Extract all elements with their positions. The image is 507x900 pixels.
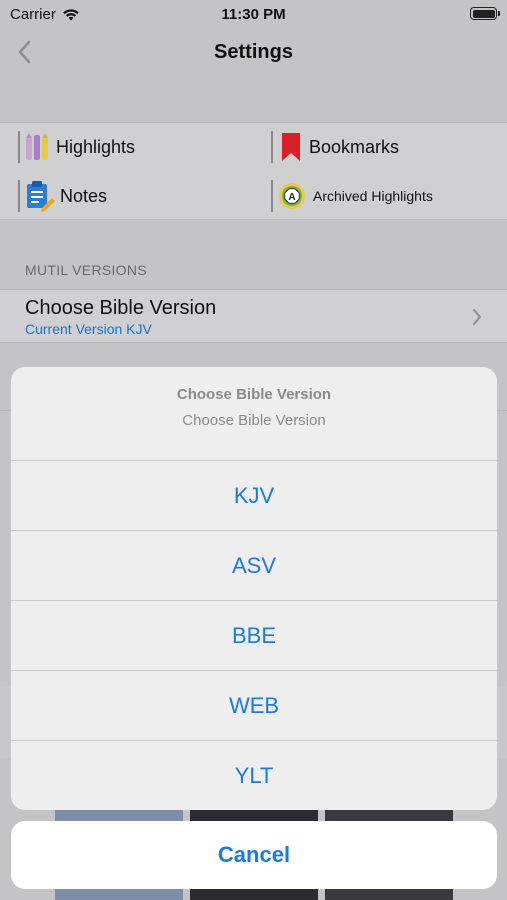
divider bbox=[18, 180, 20, 212]
page-title: Settings bbox=[214, 41, 293, 63]
bookmarks-label: Bookmarks bbox=[309, 136, 400, 157]
action-sheet-title: Choose Bible Version bbox=[176, 386, 332, 403]
bookmarks-button[interactable]: Bookmarks bbox=[271, 127, 399, 167]
quick-links-grid: Highlights Bookmarks Notes A Archived Hi… bbox=[0, 122, 507, 220]
notes-pencil-icon bbox=[27, 181, 55, 212]
divider bbox=[271, 180, 273, 212]
chevron-right-icon bbox=[473, 309, 481, 325]
bookmark-ribbon-icon bbox=[282, 133, 300, 161]
highlighter-pens-icon bbox=[26, 133, 48, 160]
svg-text:A: A bbox=[288, 192, 295, 203]
section-header-versions: MUTIL VERSIONS bbox=[25, 262, 147, 278]
choose-version-row[interactable]: Choose Bible Version Current Version KJV bbox=[0, 289, 507, 343]
navigation-bar: Settings bbox=[0, 28, 507, 78]
archived-highlights-button[interactable]: A Archived Highlights bbox=[271, 176, 433, 216]
option-ylt[interactable]: YLT bbox=[11, 741, 497, 810]
action-sheet-header: Choose Bible Version Choose Bible Versio… bbox=[11, 367, 497, 461]
cancel-button[interactable]: Cancel bbox=[11, 821, 497, 889]
highlights-label: Highlights bbox=[56, 136, 136, 157]
battery-icon bbox=[470, 7, 500, 20]
option-web[interactable]: WEB bbox=[11, 671, 497, 741]
highlights-button[interactable]: Highlights bbox=[18, 127, 135, 167]
notes-button[interactable]: Notes bbox=[18, 176, 107, 216]
archived-highlights-label: Archived Highlights bbox=[313, 188, 433, 204]
divider bbox=[18, 131, 20, 163]
option-asv[interactable]: ASV bbox=[11, 531, 497, 601]
divider bbox=[271, 131, 273, 163]
option-bbe[interactable]: BBE bbox=[11, 601, 497, 671]
status-time: 11:30 PM bbox=[221, 6, 286, 23]
action-sheet-message: Choose Bible Version bbox=[182, 412, 326, 429]
version-action-sheet: Choose Bible Version Choose Bible Versio… bbox=[11, 367, 497, 810]
choose-version-title: Choose Bible Version bbox=[25, 297, 217, 319]
status-bar: Carrier 11:30 PM bbox=[0, 0, 507, 28]
option-kjv[interactable]: KJV bbox=[11, 461, 497, 531]
current-version-label: Current Version KJV bbox=[25, 321, 152, 337]
archive-highlight-icon: A bbox=[279, 183, 305, 209]
notes-label: Notes bbox=[60, 185, 108, 206]
